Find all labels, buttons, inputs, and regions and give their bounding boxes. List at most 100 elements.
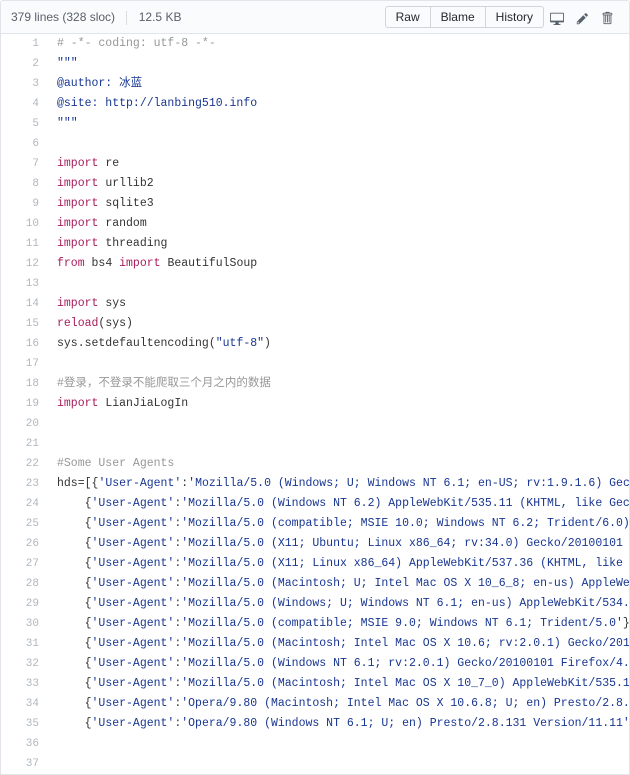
line-content: import sys [47,294,630,314]
token: : [174,537,181,550]
token: { [57,697,92,710]
line-number[interactable]: 8 [1,174,47,194]
line-content [47,754,630,774]
code-line: 11import threading [1,234,630,254]
line-content [47,134,630,154]
token: import [57,177,98,190]
line-content: {'User-Agent':'Mozilla/5.0 (compatible; … [47,614,630,634]
line-number[interactable]: 14 [1,294,47,314]
code-line: 3@author: 冰蓝 [1,74,630,94]
line-number[interactable]: 26 [1,534,47,554]
code-line: 33 {'User-Agent':'Mozilla/5.0 (Macintosh… [1,674,630,694]
file-header: 379 lines (328 sloc) 12.5 KB Raw Blame H… [0,0,630,34]
line-number[interactable]: 10 [1,214,47,234]
code-line: 19import LianJiaLogIn [1,394,630,414]
line-number[interactable]: 9 [1,194,47,214]
line-number[interactable]: 29 [1,594,47,614]
line-number[interactable]: 20 [1,414,47,434]
line-number[interactable]: 13 [1,274,47,294]
line-number[interactable]: 30 [1,614,47,634]
line-number[interactable]: 32 [1,654,47,674]
line-number[interactable]: 2 [1,54,47,74]
token: 'Opera/9.80 (Macintosh; Intel Mac OS X 1… [181,697,630,710]
token: : [174,717,181,730]
token: { [57,497,92,510]
token: : [174,637,181,650]
line-number[interactable]: 34 [1,694,47,714]
line-number[interactable]: 3 [1,74,47,94]
line-number[interactable]: 16 [1,334,47,354]
desktop-icon[interactable] [544,6,570,28]
token: { [57,537,92,550]
line-content: hds=[{'User-Agent':'Mozilla/5.0 (Windows… [47,474,630,494]
line-number[interactable]: 12 [1,254,47,274]
line-content [47,414,630,434]
line-content [47,734,630,754]
line-content: reload(sys) [47,314,630,334]
token: 'User-Agent' [92,517,175,530]
line-number[interactable]: 5 [1,114,47,134]
token: """ [57,117,78,130]
history-button[interactable]: History [486,6,544,28]
line-number[interactable]: 11 [1,234,47,254]
token: """ [57,57,78,70]
token: re [98,157,119,170]
line-number[interactable]: 31 [1,634,47,654]
token: random [98,217,146,230]
code-line: 34 {'User-Agent':'Opera/9.80 (Macintosh;… [1,694,630,714]
line-number[interactable]: 24 [1,494,47,514]
token: reload [57,317,98,330]
trash-icon[interactable] [595,6,619,28]
code-line: 28 {'User-Agent':'Mozilla/5.0 (Macintosh… [1,574,630,594]
line-number[interactable]: 28 [1,574,47,594]
line-number[interactable]: 23 [1,474,47,494]
code-line: 32 {'User-Agent':'Mozilla/5.0 (Windows N… [1,654,630,674]
line-number[interactable]: 25 [1,514,47,534]
blame-button[interactable]: Blame [431,6,486,28]
code-line: 29 {'User-Agent':'Mozilla/5.0 (Windows; … [1,594,630,614]
token: : [174,697,181,710]
raw-button[interactable]: Raw [385,6,431,28]
toolbar: Raw Blame History [385,6,619,28]
line-number[interactable]: 1 [1,34,47,54]
code-line: 12from bs4 import BeautifulSoup [1,254,630,274]
line-number[interactable]: 27 [1,554,47,574]
line-number[interactable]: 4 [1,94,47,114]
token: import [57,157,98,170]
line-number[interactable]: 37 [1,754,47,774]
line-number[interactable]: 18 [1,374,47,394]
line-number[interactable]: 21 [1,434,47,454]
token: [{ [85,477,99,490]
code-line: 30 {'User-Agent':'Mozilla/5.0 (compatibl… [1,614,630,634]
code-line: 36 [1,734,630,754]
line-number[interactable]: 36 [1,734,47,754]
pencil-icon[interactable] [570,6,595,28]
code-line: 8import urllib2 [1,174,630,194]
line-content [47,274,630,294]
line-number[interactable]: 17 [1,354,47,374]
line-content [47,354,630,374]
line-number[interactable]: 15 [1,314,47,334]
code-line: 25 {'User-Agent':'Mozilla/5.0 (compatibl… [1,514,630,534]
line-number[interactable]: 6 [1,134,47,154]
line-number[interactable]: 22 [1,454,47,474]
token: : [174,517,181,530]
line-number[interactable]: 33 [1,674,47,694]
code-line: 20 [1,414,630,434]
token: 'Mozilla/5.0 (compatible; MSIE 9.0; Wind… [181,617,623,630]
line-content: import random [47,214,630,234]
line-content: import threading [47,234,630,254]
token: 'Mozilla/5.0 (Macintosh; Intel Mac OS X … [181,637,630,650]
code-line: 27 {'User-Agent':'Mozilla/5.0 (X11; Linu… [1,554,630,574]
token: #Some User Agents [57,457,174,470]
line-number[interactable]: 7 [1,154,47,174]
token: import [119,257,160,270]
code-line: 24 {'User-Agent':'Mozilla/5.0 (Windows N… [1,494,630,514]
line-content: {'User-Agent':'Opera/9.80 (Macintosh; In… [47,694,630,714]
token: 'User-Agent' [92,537,175,550]
line-number[interactable]: 35 [1,714,47,734]
line-number[interactable]: 19 [1,394,47,414]
line-content: #Some User Agents [47,454,630,474]
line-content: {'User-Agent':'Mozilla/5.0 (Macintosh; U… [47,574,630,594]
token: { [57,617,92,630]
